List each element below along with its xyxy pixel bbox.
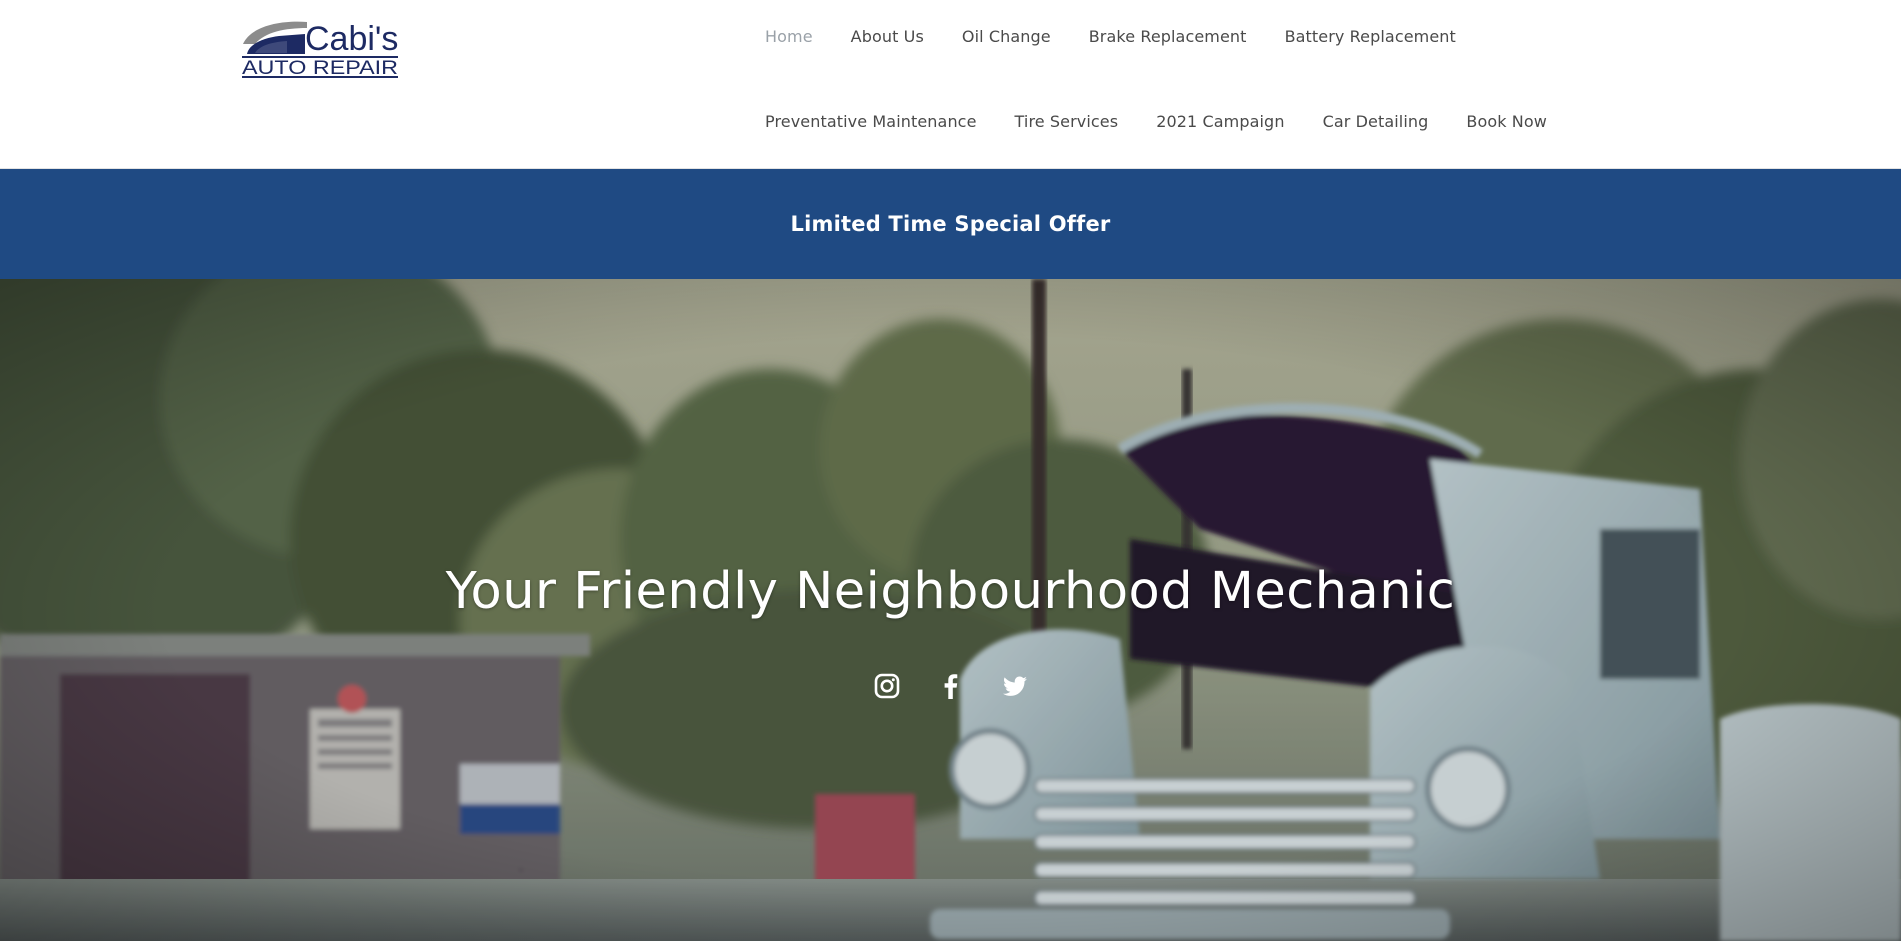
special-offer-link[interactable]: Limited Time Special Offer: [791, 212, 1111, 236]
main-nav-row-1: Home About Us Oil Change Brake Replaceme…: [765, 27, 1456, 46]
nav-preventative-maintenance[interactable]: Preventative Maintenance: [765, 112, 977, 131]
social-links: [0, 672, 1901, 700]
logo-link[interactable]: Cabi's AUTO REPAIR: [241, 16, 399, 79]
facebook-link[interactable]: [937, 672, 965, 700]
hero-section: Your Friendly Neighbourhood Mechanic: [0, 279, 1901, 941]
nav-oil-change[interactable]: Oil Change: [962, 27, 1051, 46]
nav-2021-campaign[interactable]: 2021 Campaign: [1156, 112, 1284, 131]
nav-book-now[interactable]: Book Now: [1466, 112, 1547, 131]
instagram-link[interactable]: [873, 672, 901, 700]
instagram-icon: [874, 673, 899, 699]
hero-title: Your Friendly Neighbourhood Mechanic: [445, 562, 1456, 621]
nav-brake-replacement[interactable]: Brake Replacement: [1089, 27, 1247, 46]
site-header: Cabi's AUTO REPAIR Home About Us Oil Cha…: [0, 0, 1901, 169]
logo: Cabi's AUTO REPAIR: [242, 20, 398, 79]
nav-car-detailing[interactable]: Car Detailing: [1323, 112, 1429, 131]
nav-battery-replacement[interactable]: Battery Replacement: [1285, 27, 1456, 46]
twitter-link[interactable]: [1001, 672, 1029, 700]
nav-about-us[interactable]: About Us: [851, 27, 924, 46]
twitter-icon: [1002, 676, 1027, 696]
logo-name: Cabi's: [305, 20, 398, 58]
logo-tagline: AUTO REPAIR: [242, 58, 398, 78]
nav-home[interactable]: Home: [765, 27, 813, 46]
promo-banner: Limited Time Special Offer: [0, 169, 1901, 279]
facebook-icon: [944, 674, 957, 699]
main-nav-row-2: Preventative Maintenance Tire Services 2…: [765, 112, 1547, 131]
nav-tire-services[interactable]: Tire Services: [1015, 112, 1119, 131]
